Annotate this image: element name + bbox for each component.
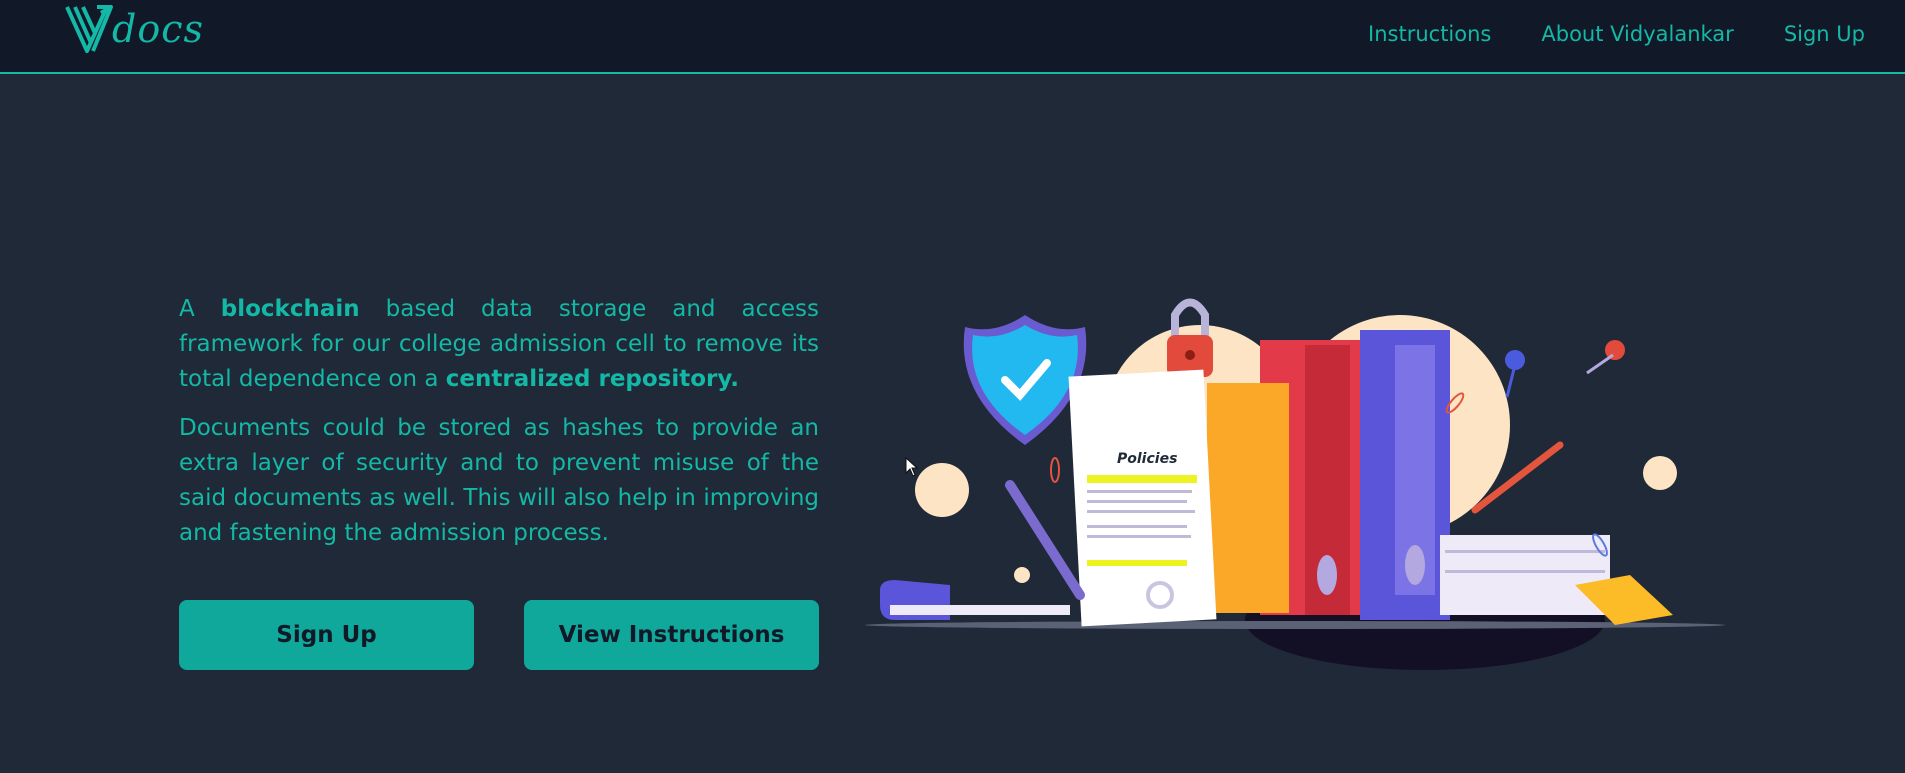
navbar: docs Instructions About Vidyalankar Sign… (0, 0, 1905, 74)
view-instructions-button[interactable]: View Instructions (524, 600, 819, 670)
floor-line (865, 621, 1725, 629)
shield-icon (963, 315, 1087, 445)
hero-paragraph-2: Documents could be stored as hashes to p… (179, 415, 819, 546)
nav-about-link[interactable]: About Vidyalankar (1541, 20, 1733, 48)
binder-ring (1317, 555, 1337, 595)
pushpin-blue-icon (1505, 350, 1525, 398)
hero-highlight-repository: centralized repository. (445, 366, 740, 392)
nav-signup-link[interactable]: Sign Up (1784, 20, 1865, 48)
paper-line (1445, 550, 1605, 553)
logo-text: docs (112, 7, 204, 51)
orange-folder (1207, 383, 1289, 613)
hero-text-part: A (179, 296, 221, 322)
padlock-icon (1167, 298, 1213, 377)
paper-stack (1440, 535, 1610, 615)
binder-ring-2 (1405, 545, 1425, 585)
paperclip-icon (1050, 457, 1060, 483)
bubble-left (915, 463, 969, 517)
paper-line (1445, 570, 1605, 573)
hero-paragraph-1: A blockchain based data storage and acce… (179, 292, 819, 397)
nav-links: Instructions About Vidyalankar Sign Up (1368, 20, 1865, 48)
policies-document: Policies (1068, 369, 1217, 627)
bubble-right (1643, 456, 1677, 490)
scroll-paper (890, 605, 1070, 615)
policies-label: Policies (1117, 451, 1177, 467)
mouse-cursor-icon (905, 457, 919, 477)
signup-button[interactable]: Sign Up (179, 600, 474, 670)
nav-instructions-link[interactable]: Instructions (1368, 20, 1491, 48)
pushpin-red-icon (1586, 340, 1625, 375)
hero-description: A blockchain based data storage and acce… (179, 292, 819, 565)
hero-highlight-blockchain: blockchain (220, 296, 360, 322)
bubble-small (1014, 567, 1030, 583)
document-security-illustration: Policies (865, 298, 1725, 670)
